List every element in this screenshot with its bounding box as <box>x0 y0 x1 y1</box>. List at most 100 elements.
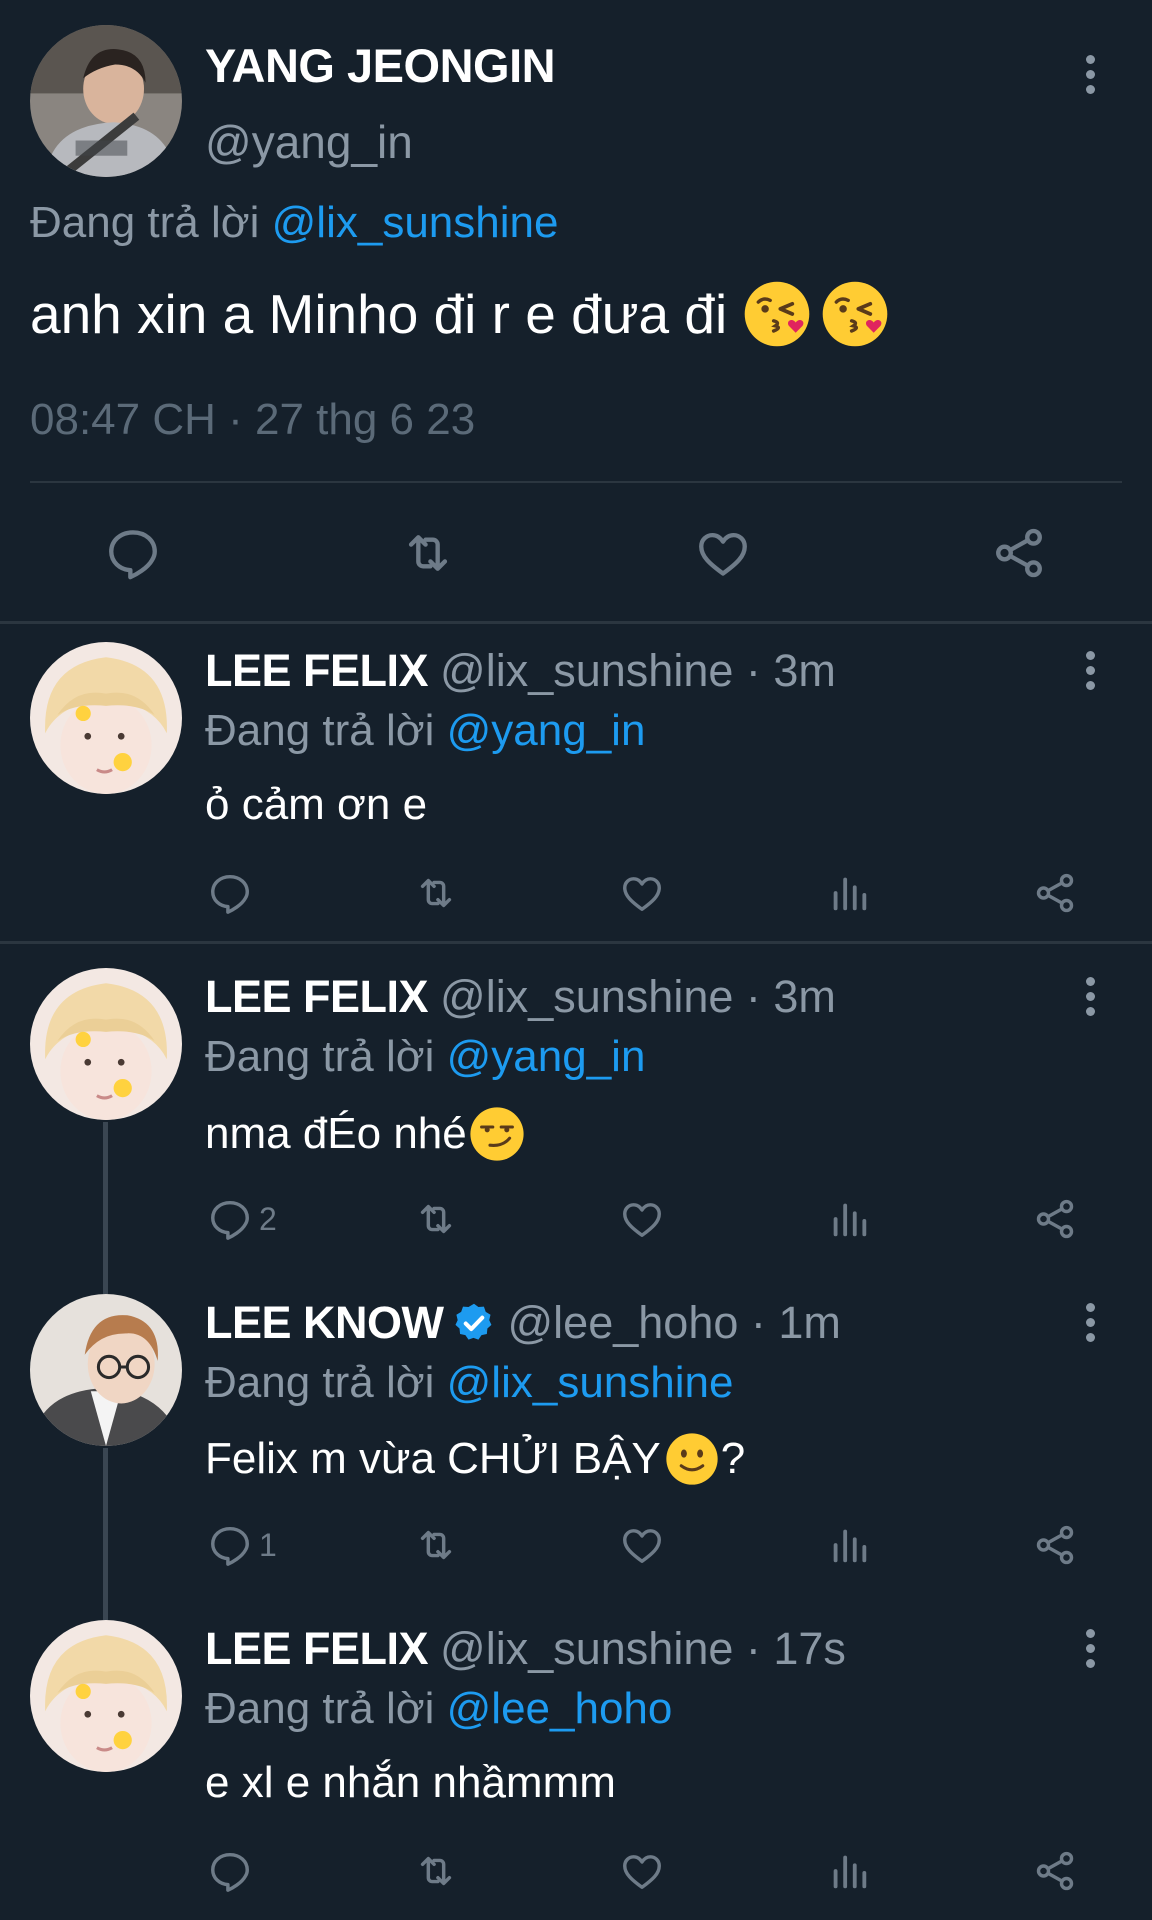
author-handle[interactable]: @yang_in <box>205 115 413 169</box>
tweet-text: Felix m vừa CHỬI BẬY ? <box>205 1432 745 1486</box>
views-button[interactable] <box>826 1196 872 1242</box>
reply-header: LEE FELIX @lix_sunshine · 17s <box>205 1623 846 1675</box>
divider <box>0 941 1152 944</box>
author-meta: @lix_sunshine · 3m <box>440 645 836 696</box>
reply-header: LEE KNOW @lee_hoho · 1m <box>205 1297 841 1349</box>
more-options-icon[interactable] <box>1070 966 1110 1026</box>
reply-button[interactable] <box>207 870 259 916</box>
more-options-icon[interactable] <box>1070 640 1110 700</box>
author-name[interactable]: LEE FELIX <box>205 971 429 1023</box>
smirking-face-emoji <box>469 1106 525 1162</box>
views-icon <box>826 1522 872 1568</box>
tweet-timestamp: 08:47 CH · 27 thg 6 23 <box>30 395 476 444</box>
tweet-text-body: e xl e nhắn nhầmmm <box>205 1758 616 1807</box>
views-button[interactable] <box>826 1522 872 1568</box>
avatar-image <box>30 968 182 1120</box>
avatar[interactable] <box>30 25 182 177</box>
share-button[interactable] <box>1032 1196 1078 1242</box>
more-options-icon[interactable] <box>1070 1292 1110 1352</box>
reply-button[interactable] <box>104 524 162 582</box>
avatar-image <box>30 25 182 177</box>
views-icon <box>826 870 872 916</box>
more-options-icon[interactable] <box>1070 1618 1110 1678</box>
avatar-image <box>30 642 182 794</box>
replying-to: Đang trả lời @yang_in <box>205 1032 645 1082</box>
share-icon <box>1032 1196 1078 1242</box>
like-button[interactable] <box>619 1522 665 1568</box>
views-icon <box>826 1196 872 1242</box>
reply-header: LEE FELIX @lix_sunshine · 3m <box>205 645 836 697</box>
reply-icon <box>207 1522 253 1568</box>
retweet-button[interactable] <box>398 524 458 582</box>
avatar-image <box>30 1620 182 1772</box>
retweet-button[interactable] <box>411 1196 461 1242</box>
replying-to: Đang trả lời @lix_sunshine <box>30 198 558 248</box>
thread-line <box>103 1448 108 1620</box>
tweet-text-body: ỏ cảm ơn e <box>205 780 428 829</box>
avatar[interactable] <box>30 642 182 794</box>
share-icon <box>990 524 1048 582</box>
share-button[interactable] <box>1032 1522 1078 1568</box>
replying-to-link[interactable]: @lix_sunshine <box>447 1358 734 1407</box>
replying-to-link[interactable]: @lix_sunshine <box>272 198 559 247</box>
views-button[interactable] <box>826 870 872 916</box>
tweet-text-body: Felix m vừa CHỬI BẬY <box>205 1434 661 1483</box>
tweet-text: anh xin a Minho đi r e đưa đi <box>30 280 889 348</box>
replying-prefix: Đang trả lời <box>205 706 435 755</box>
reply-icon <box>104 524 162 582</box>
tweet-text: nma đÉo nhé <box>205 1106 525 1162</box>
replying-to-link[interactable]: @lee_hoho <box>447 1684 673 1733</box>
avatar[interactable] <box>30 968 182 1120</box>
heart-icon <box>619 1522 665 1568</box>
tweet-thread-screen: YANG JEONGIN @yang_in Đang trả lời @lix_… <box>0 0 1152 1920</box>
views-icon <box>826 1848 872 1894</box>
replying-prefix: Đang trả lời <box>205 1684 435 1733</box>
share-icon <box>1032 1848 1078 1894</box>
kissing-heart-emoji <box>743 280 811 348</box>
kissing-heart-emoji <box>821 280 889 348</box>
tweet-text: ỏ cảm ơn e <box>205 780 427 830</box>
like-button[interactable] <box>694 524 752 582</box>
share-icon <box>1032 1522 1078 1568</box>
like-button[interactable] <box>619 1848 665 1894</box>
retweet-icon <box>398 524 458 582</box>
retweet-button[interactable] <box>411 1522 461 1568</box>
heart-icon <box>694 524 752 582</box>
retweet-icon <box>411 870 461 916</box>
reply-button[interactable]: 2 <box>207 1196 277 1242</box>
share-button[interactable] <box>990 524 1048 582</box>
author-name[interactable]: YANG JEONGIN <box>205 38 556 93</box>
retweet-icon <box>411 1196 461 1242</box>
replying-to-link[interactable]: @yang_in <box>447 1032 646 1081</box>
divider <box>0 621 1152 624</box>
share-button[interactable] <box>1032 1848 1078 1894</box>
replying-to-link[interactable]: @yang_in <box>447 706 646 755</box>
tweet-text-tail: ? <box>720 1434 746 1483</box>
retweet-icon <box>411 1848 461 1894</box>
heart-icon <box>619 1848 665 1894</box>
author-meta: @lee_hoho · 1m <box>507 1297 841 1348</box>
reply-button[interactable]: 1 <box>207 1522 277 1568</box>
like-button[interactable] <box>619 1196 665 1242</box>
reply-button[interactable] <box>207 1848 259 1894</box>
heart-icon <box>619 1196 665 1242</box>
retweet-button[interactable] <box>411 870 461 916</box>
reply-header: LEE FELIX @lix_sunshine · 3m <box>205 971 836 1023</box>
tweet-text-body: nma đÉo nhé <box>205 1109 467 1158</box>
avatar[interactable] <box>30 1294 182 1446</box>
author-name[interactable]: LEE FELIX <box>205 645 429 697</box>
reply-count: 1 <box>259 1526 277 1563</box>
replying-prefix: Đang trả lời <box>205 1032 435 1081</box>
more-options-icon[interactable] <box>1070 44 1110 104</box>
author-name[interactable]: LEE FELIX <box>205 1623 429 1675</box>
avatar[interactable] <box>30 1620 182 1772</box>
reply-count: 2 <box>259 1200 277 1237</box>
retweet-icon <box>411 1522 461 1568</box>
verified-badge-icon <box>454 1303 491 1340</box>
author-name[interactable]: LEE KNOW <box>205 1297 444 1349</box>
replying-prefix: Đang trả lời <box>30 198 260 247</box>
like-button[interactable] <box>619 870 665 916</box>
retweet-button[interactable] <box>411 1848 461 1894</box>
views-button[interactable] <box>826 1848 872 1894</box>
share-button[interactable] <box>1032 870 1078 916</box>
